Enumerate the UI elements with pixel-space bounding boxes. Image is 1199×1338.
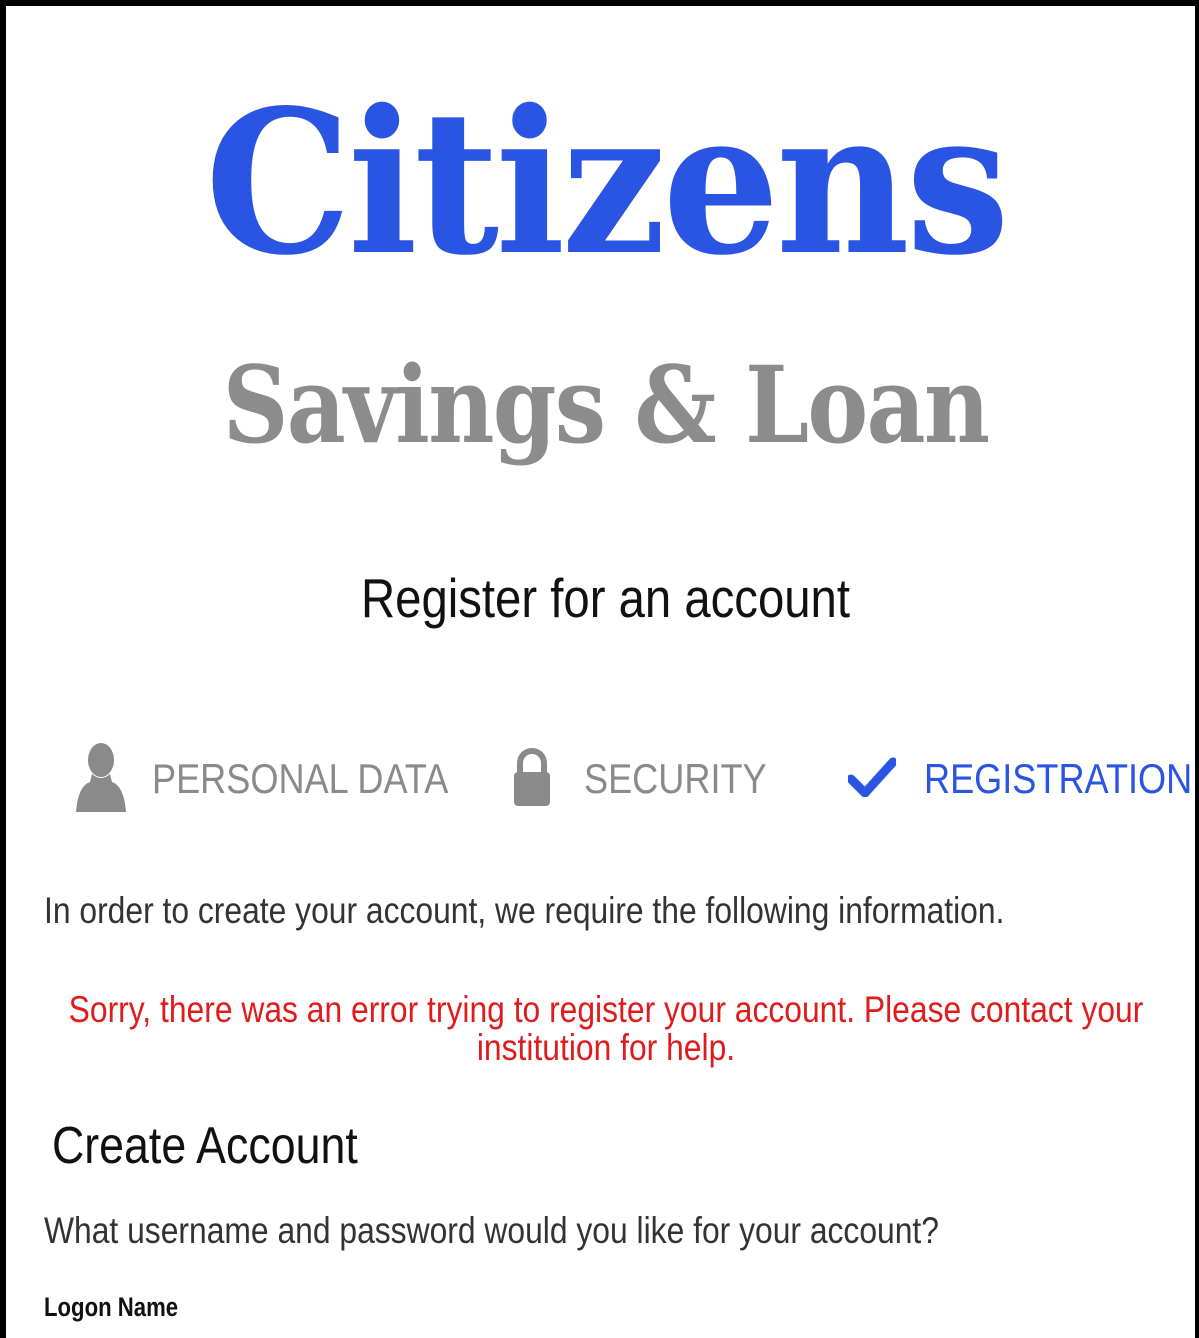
person-icon xyxy=(76,742,126,817)
account-question: What username and password would you lik… xyxy=(44,1210,939,1251)
checkmark-icon xyxy=(846,757,898,802)
page-frame: Citizens Savings & Loan Register for an … xyxy=(0,0,1199,1338)
lock-icon xyxy=(512,747,552,812)
intro-text: In order to create your account, we requ… xyxy=(44,890,1005,931)
brand-logo-savings-loan: Savings & Loan xyxy=(222,342,991,467)
brand-logo-citizens: Citizens xyxy=(204,66,1010,299)
step-registration: REGISTRATION xyxy=(846,734,1199,824)
step-personal-data: PERSONAL DATA xyxy=(76,734,497,824)
error-message-text: Sorry, there was an error trying to regi… xyxy=(68,989,1144,1068)
error-message: Sorry, there was an error trying to regi… xyxy=(6,991,1199,1067)
section-title-create-account: Create Account xyxy=(52,1117,358,1175)
logon-name-label: Logon Name xyxy=(44,1292,179,1322)
step-label-registration: REGISTRATION xyxy=(924,755,1193,802)
step-security: SECURITY xyxy=(512,734,796,824)
step-label-security: SECURITY xyxy=(584,755,767,802)
step-label-personal-data: PERSONAL DATA xyxy=(152,755,449,802)
page-title: Register for an account xyxy=(360,567,851,629)
